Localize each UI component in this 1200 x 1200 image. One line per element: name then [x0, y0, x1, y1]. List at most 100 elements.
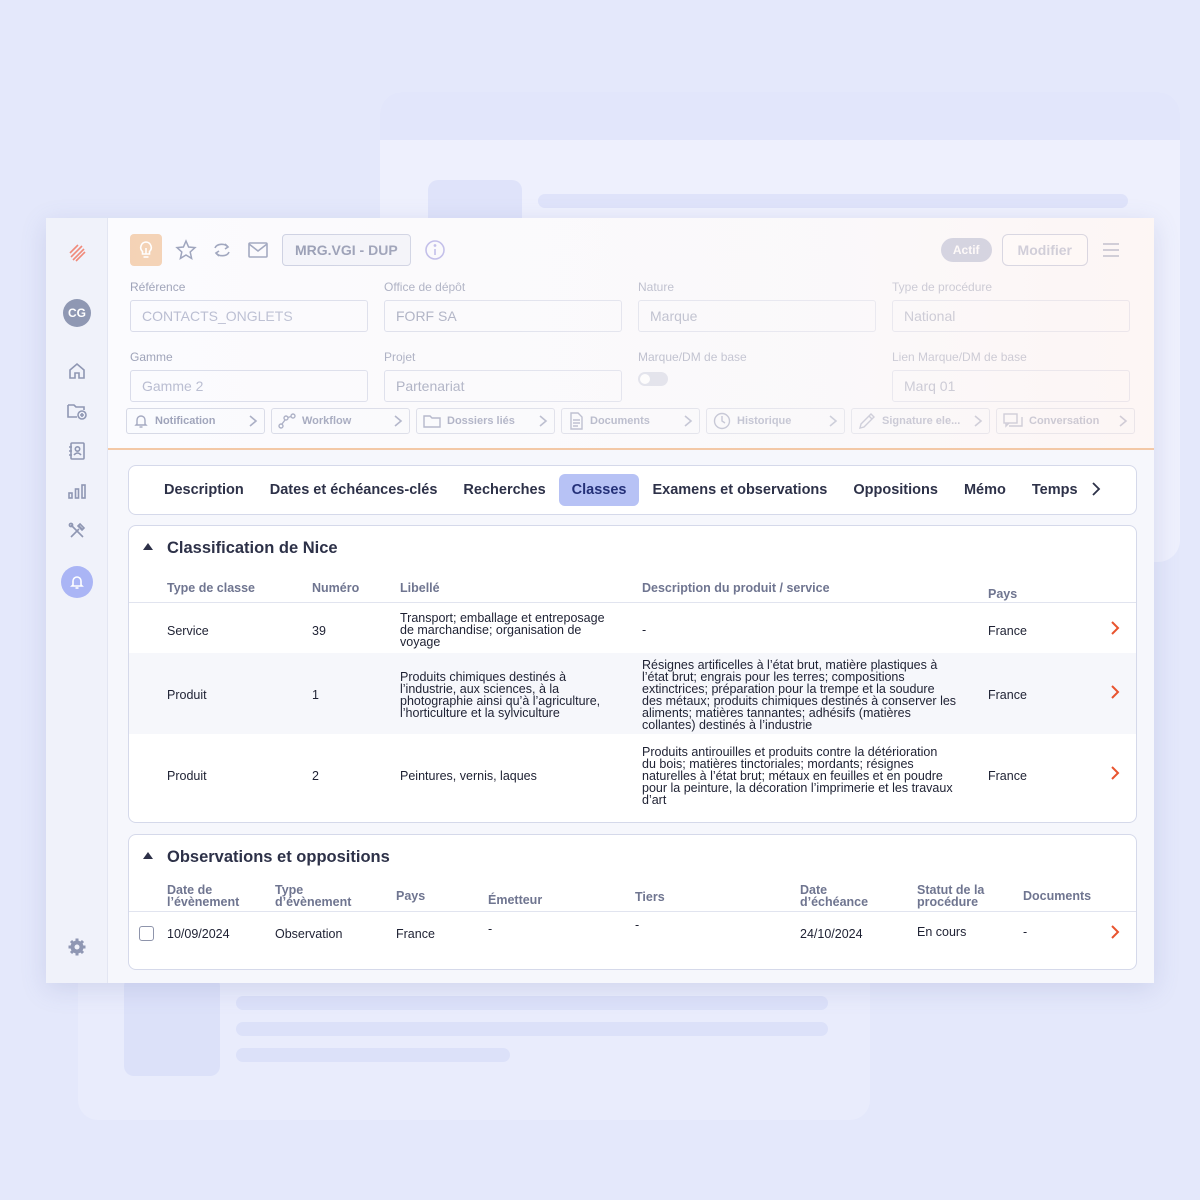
- edit-button[interactable]: Modifier: [1001, 234, 1088, 266]
- row-open-chevron-icon[interactable]: [1108, 684, 1122, 700]
- chat-icon: [1003, 413, 1023, 428]
- cell-statut: En cours: [917, 925, 967, 939]
- refresh-icon[interactable]: [210, 238, 234, 262]
- info-icon[interactable]: [423, 238, 447, 262]
- column-header: Émetteur: [488, 893, 543, 907]
- text-line: d’art: [642, 793, 667, 807]
- record-toolbar: MRG.VGI - DUP: [130, 234, 447, 266]
- bell-icon: [61, 566, 93, 598]
- sidebar: CG: [46, 218, 108, 983]
- hamburger-menu-icon[interactable]: [1098, 242, 1124, 258]
- action-history[interactable]: Historique: [706, 408, 845, 434]
- projet-input[interactable]: Partenariat: [384, 370, 622, 402]
- base-mark-link-input[interactable]: Marq 01: [892, 370, 1130, 402]
- field-projet: Projet Partenariat: [384, 350, 622, 402]
- cell-numero: 39: [312, 624, 326, 638]
- text-line: voyage: [400, 635, 441, 649]
- column-header: Pays: [396, 889, 426, 903]
- avatar[interactable]: CG: [46, 298, 108, 328]
- office-input[interactable]: FORF SA: [384, 300, 622, 332]
- reference-chip[interactable]: MRG.VGI - DUP: [282, 234, 411, 266]
- chart-icon[interactable]: [46, 480, 108, 502]
- chevron-right-icon: [684, 415, 693, 427]
- tabs-scroll-right-icon[interactable]: [1090, 480, 1102, 498]
- action-label: Historique: [737, 415, 792, 427]
- action-notification[interactable]: Notification: [126, 408, 265, 434]
- row-open-chevron-icon[interactable]: [1108, 620, 1122, 636]
- tab-examens[interactable]: Examens et observations: [639, 474, 840, 506]
- bell-icon: [134, 415, 148, 428]
- nature-input[interactable]: Marque: [638, 300, 876, 332]
- action-workflow[interactable]: Workflow: [271, 408, 410, 434]
- action-label: Dossiers liés: [447, 415, 515, 427]
- header-divider: [108, 448, 1154, 450]
- procedure-type-input[interactable]: National: [892, 300, 1130, 332]
- row-open-chevron-icon[interactable]: [1108, 924, 1122, 940]
- column-header: Date de l’évènement: [167, 884, 239, 909]
- cell-date: 10/09/2024: [167, 927, 230, 941]
- tab-oppositions[interactable]: Oppositions: [840, 474, 951, 506]
- column-header: Documents: [1023, 889, 1092, 903]
- cell-tiers: -: [635, 918, 640, 932]
- action-label: Conversation: [1029, 415, 1100, 427]
- cell-type: Produit: [167, 769, 207, 783]
- cell-documents: -: [1023, 925, 1028, 939]
- document-icon: [570, 412, 583, 430]
- cell-echeance: 24/10/2024: [800, 927, 863, 941]
- field-procedure-type: Type de procédure National: [892, 280, 1130, 332]
- home-icon[interactable]: [46, 360, 108, 382]
- collapse-caret-icon[interactable]: [143, 852, 153, 859]
- contacts-icon[interactable]: [46, 440, 108, 462]
- column-header: Statut de la procédure: [917, 884, 984, 909]
- gamme-input[interactable]: Gamme 2: [130, 370, 368, 402]
- action-signature[interactable]: Signature ele...: [851, 408, 990, 434]
- chevron-right-icon: [829, 415, 838, 427]
- cell-description: -: [642, 623, 647, 637]
- field-label: Type de procédure: [892, 280, 993, 294]
- column-header: Date d’échéance: [800, 884, 869, 909]
- divider: [129, 911, 1136, 912]
- status-badge: Actif: [940, 238, 992, 262]
- tab-temps[interactable]: Temps: [1019, 474, 1091, 506]
- pen-icon: [859, 413, 875, 429]
- action-conversation[interactable]: Conversation: [996, 408, 1135, 434]
- folder-add-icon[interactable]: [46, 400, 108, 422]
- tab-classes[interactable]: Classes: [558, 474, 640, 506]
- text-line: pour la peinture, la décoration l’imprim…: [642, 781, 953, 795]
- tools-icon[interactable]: [46, 520, 108, 542]
- notifications-button[interactable]: [46, 566, 108, 598]
- row-checkbox[interactable]: [139, 926, 154, 941]
- field-reference: Référence CONTACTS_ONGLETS: [130, 280, 368, 332]
- column-header: Type de classe: [167, 581, 256, 595]
- field-label: Office de dépôt: [384, 280, 466, 294]
- column-header: Type d’évènement: [275, 884, 351, 909]
- chevron-right-icon: [249, 415, 258, 427]
- cell-pays: France: [396, 927, 435, 941]
- lightbulb-icon[interactable]: [130, 234, 162, 266]
- chevron-right-icon: [539, 415, 548, 427]
- nice-classification-panel: Classification de Nice Type de classe Nu…: [128, 525, 1137, 823]
- workflow-icon: [278, 413, 296, 429]
- action-linked-folders[interactable]: Dossiers liés: [416, 408, 555, 434]
- reference-input[interactable]: CONTACTS_ONGLETS: [130, 300, 368, 332]
- star-icon[interactable]: [174, 238, 198, 262]
- row-open-chevron-icon[interactable]: [1108, 765, 1122, 781]
- header-line: d’échéance: [800, 895, 869, 909]
- cell-pays: France: [988, 688, 1027, 702]
- tab-dates[interactable]: Dates et échéances-clés: [257, 474, 451, 506]
- tab-memo[interactable]: Mémo: [951, 474, 1019, 506]
- cell-type: Produit: [167, 688, 207, 702]
- text-line: collantes) destinés à l’industrie: [642, 718, 813, 732]
- avatar-initials: CG: [63, 299, 91, 327]
- action-documents[interactable]: Documents: [561, 408, 700, 434]
- collapse-caret-icon[interactable]: [143, 543, 153, 550]
- field-base-mark: Marque/DM de base: [638, 350, 876, 386]
- base-mark-toggle[interactable]: [638, 372, 668, 386]
- tab-recherches[interactable]: Recherches: [450, 474, 558, 506]
- row-background: [129, 653, 1136, 734]
- action-label: Workflow: [302, 415, 352, 427]
- app-logo[interactable]: [46, 238, 108, 266]
- settings-gear-icon[interactable]: [46, 936, 108, 958]
- tab-description[interactable]: Description: [151, 474, 257, 506]
- mail-icon[interactable]: [246, 238, 270, 262]
